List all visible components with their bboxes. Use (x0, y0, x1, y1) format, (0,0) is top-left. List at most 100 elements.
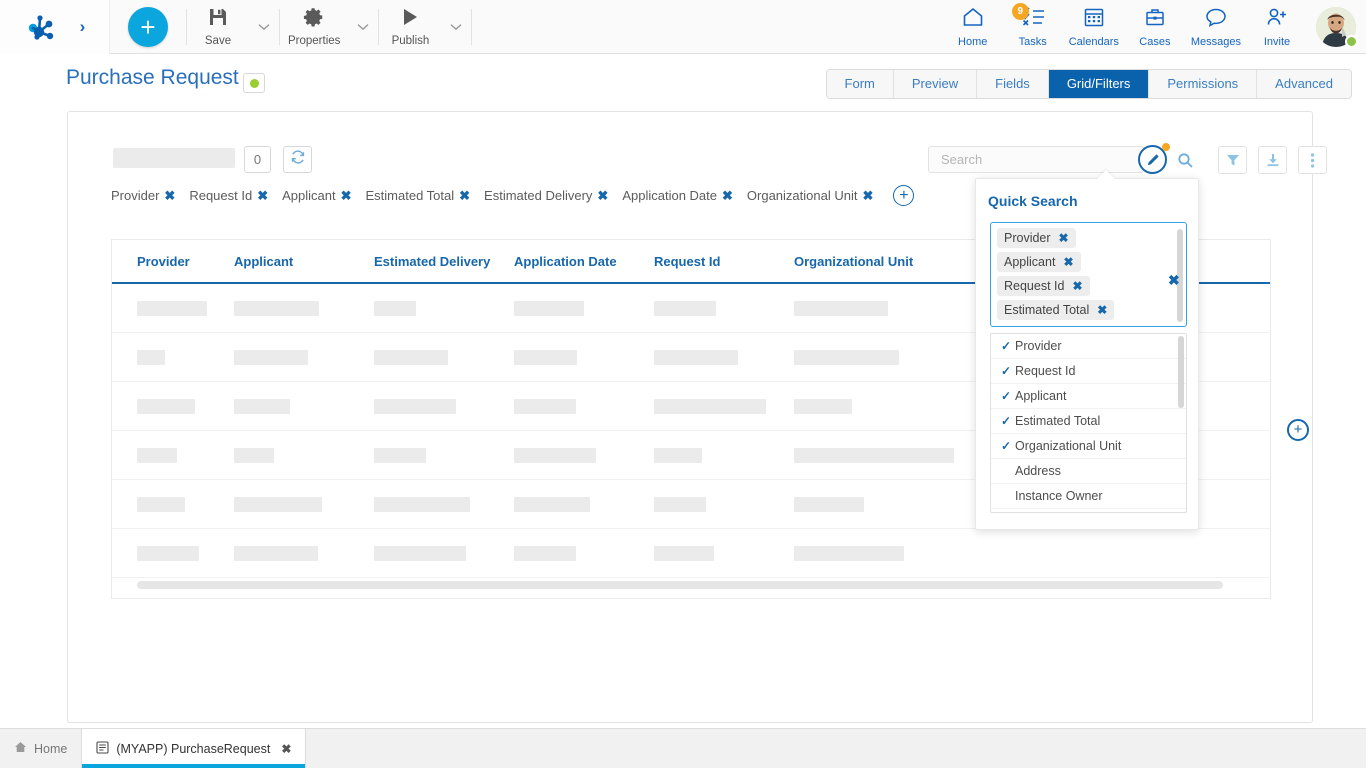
column-header-application-date[interactable]: Application Date (514, 254, 654, 269)
tab-form[interactable]: Form (827, 70, 894, 98)
tab-fields[interactable]: Fields (977, 70, 1049, 98)
nav-home[interactable]: Home (944, 1, 1002, 53)
save-label: Save (205, 35, 231, 47)
filter-chip[interactable]: Request Id ✖ (189, 188, 268, 204)
magnifier-icon[interactable] (1171, 146, 1200, 174)
column-header-estimated-delivery[interactable]: Estimated Delivery (374, 254, 514, 269)
nav-cases[interactable]: Cases (1126, 1, 1184, 53)
options-list-scrollbar[interactable] (1178, 336, 1184, 408)
publish-dropdown-caret[interactable] (441, 2, 471, 52)
list-item[interactable]: ✓ Estimated Total (991, 409, 1186, 434)
column-header-provider[interactable]: Provider (137, 254, 234, 269)
close-x-icon[interactable]: ✖ (1072, 279, 1082, 293)
list-item[interactable]: ✓ Organizational Unit (991, 434, 1186, 459)
refresh-button[interactable] (283, 146, 312, 173)
top-toolbar: › + Save Properties (0, 0, 1366, 54)
close-x-icon[interactable]: ✖ (597, 188, 608, 204)
properties-button[interactable]: Properties (280, 2, 348, 52)
page-title: Purchase Request (66, 66, 239, 90)
filter-chip-label: Estimated Delivery (484, 188, 592, 203)
filter-name-placeholder (113, 148, 235, 168)
tab-advanced[interactable]: Advanced (1257, 70, 1351, 98)
column-header-request-id[interactable]: Request Id (654, 254, 794, 269)
taskbar-app-tab[interactable]: (MYAPP) PurchaseRequest ✖ (81, 729, 306, 768)
filter-chip[interactable]: Provider ✖ (111, 188, 175, 204)
filter-chip[interactable]: Organizational Unit ✖ (747, 188, 873, 204)
save-icon (207, 6, 229, 33)
tab-permissions[interactable]: Permissions (1149, 70, 1257, 98)
publish-label: Publish (392, 35, 430, 47)
close-x-icon[interactable]: ✖ (862, 188, 873, 204)
search-input[interactable] (939, 151, 1089, 168)
close-x-icon[interactable]: ✖ (164, 188, 175, 204)
selected-chip-label: Provider (1004, 231, 1051, 245)
close-x-icon[interactable]: ✖ (459, 188, 470, 204)
save-dropdown-caret[interactable] (249, 2, 279, 52)
filter-chip[interactable]: Estimated Delivery ✖ (484, 188, 608, 204)
selected-chip-label: Request Id (1004, 279, 1064, 293)
list-item-label: Applicant (1015, 389, 1066, 403)
nav-messages[interactable]: Messages (1186, 1, 1246, 53)
list-item[interactable]: ✓ Applicant (991, 384, 1186, 409)
column-header-applicant[interactable]: Applicant (234, 254, 374, 269)
chevron-right-icon[interactable]: › (80, 17, 86, 37)
filter-chip-label: Provider (111, 188, 159, 203)
close-x-icon[interactable]: ✖ (1063, 255, 1073, 269)
more-vertical-icon[interactable] (1298, 146, 1327, 174)
form-small-icon (96, 741, 109, 757)
new-item-button[interactable]: + (128, 7, 168, 47)
download-icon[interactable] (1258, 146, 1287, 174)
page-status-indicator[interactable] (243, 73, 265, 93)
check-icon: ✓ (1001, 339, 1015, 353)
plus-circle-icon[interactable]: + (893, 185, 914, 206)
list-item[interactable]: Address (991, 459, 1186, 484)
properties-dropdown-caret[interactable] (348, 2, 378, 52)
close-x-icon[interactable]: ✖ (341, 188, 352, 204)
check-icon: ✓ (1001, 439, 1015, 453)
save-button[interactable]: Save (187, 2, 249, 52)
selected-chip[interactable]: Estimated Total ✖ (997, 300, 1114, 320)
search-box[interactable] (928, 146, 1144, 173)
list-item[interactable]: ✓ Provider (991, 334, 1186, 359)
close-x-icon[interactable]: ✖ (281, 742, 291, 756)
clear-x-icon[interactable]: ✖ (1168, 272, 1180, 289)
filter-chips-row: Provider ✖ Request Id ✖ Applicant ✖ Esti… (111, 185, 914, 206)
list-item[interactable]: ✓ Request Id (991, 359, 1186, 384)
check-icon: ✓ (1001, 389, 1015, 403)
selected-chip[interactable]: Provider ✖ (997, 228, 1076, 248)
close-x-icon[interactable]: ✖ (257, 188, 268, 204)
quick-search-options-list: ✓ Provider ✓ Request Id ✓ Applicant ✓ Es… (990, 333, 1187, 513)
list-item[interactable]: Instance Owner (991, 484, 1186, 509)
taskbar-home[interactable]: Home (0, 729, 81, 768)
tab-preview[interactable]: Preview (894, 70, 977, 98)
column-header-organizational-unit[interactable]: Organizational Unit (794, 254, 979, 269)
gear-icon (303, 6, 325, 33)
edit-notification-dot (1162, 143, 1170, 151)
publish-button[interactable]: Publish (379, 2, 441, 52)
add-row-button[interactable]: + (1287, 419, 1309, 441)
selected-chip-label: Estimated Total (1004, 303, 1089, 317)
close-x-icon[interactable]: ✖ (1059, 231, 1069, 245)
selected-chip[interactable]: Applicant ✖ (997, 252, 1081, 272)
nav-invite[interactable]: Invite (1248, 1, 1306, 53)
nav-calendars[interactable]: Calendars (1064, 1, 1124, 53)
selected-chip[interactable]: Request Id ✖ (997, 276, 1090, 296)
filter-chip-label: Organizational Unit (747, 188, 858, 203)
tab-grid-filters[interactable]: Grid/Filters (1049, 70, 1150, 98)
quick-search-multiselect[interactable]: Provider ✖ Applicant ✖ Request Id ✖ Esti… (990, 222, 1187, 327)
funnel-icon[interactable] (1218, 146, 1247, 174)
filter-count[interactable]: 0 (244, 146, 271, 173)
avatar[interactable] (1316, 7, 1356, 47)
nav-tasks[interactable]: 9 Tasks (1004, 1, 1062, 53)
nav-cases-label: Cases (1139, 36, 1170, 48)
close-x-icon[interactable]: ✖ (722, 188, 733, 204)
close-x-icon[interactable]: ✖ (1097, 303, 1107, 317)
filter-chip[interactable]: Estimated Total ✖ (366, 188, 471, 204)
table-row[interactable] (112, 529, 1270, 578)
horizontal-scrollbar[interactable] (137, 581, 1223, 589)
filter-chip[interactable]: Application Date ✖ (622, 188, 733, 204)
nav-tasks-label: Tasks (1019, 36, 1047, 48)
list-item-label: Estimated Total (1015, 414, 1100, 428)
nav-messages-label: Messages (1191, 36, 1241, 48)
filter-chip[interactable]: Applicant ✖ (282, 188, 351, 204)
